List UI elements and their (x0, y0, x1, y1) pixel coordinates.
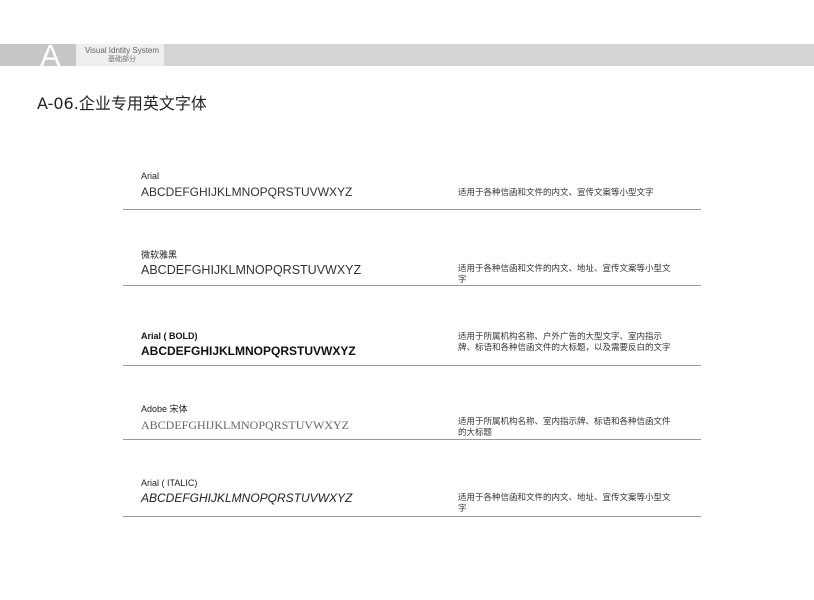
font-row-arial: Arial ABCDEFGHIJKLMNOPQRSTUVWXYZ 适用于各种信函… (123, 160, 701, 210)
font-name: Arial ( BOLD) (141, 331, 198, 341)
page-title: A-06.企业专用英文字体 (37, 94, 207, 113)
font-name: Adobe 宋体 (141, 404, 188, 414)
header-tag: Visual Idntity System 基础部分 (76, 44, 164, 66)
font-sample: ABCDEFGHIJKLMNOPQRSTUVWXYZ (141, 263, 362, 277)
font-usage: 适用于各种信函和文件的内文、地址、宣传文案等小型文字 (458, 263, 671, 284)
font-usage: 适用于各种信函和文件的内文、地址、宣传文案等小型文字 (458, 492, 671, 513)
font-row-arial-bold: Arial ( BOLD) ABCDEFGHIJKLMNOPQRSTUVWXYZ… (123, 322, 701, 366)
font-usage: 适用于各种信函和文件的内文、宣传文案等小型文字 (458, 187, 654, 197)
font-sample: ABCDEFGHIJKLMNOPQRSTUVWXYZ (141, 185, 353, 199)
header-letter: A (40, 44, 61, 66)
font-usage: 适用于所属机构名称、室内指示牌、标语和各种信函文件的大标题 (458, 416, 671, 437)
font-sample: ABCDEFGHIJKLMNOPQRSTUVWXYZ (141, 418, 350, 432)
font-row-yahei: 微软雅黑 ABCDEFGHIJKLMNOPQRSTUVWXYZ 适用于各种信函和… (123, 240, 701, 286)
header-letter-box: A (0, 44, 76, 66)
font-sample: ABCDEFGHIJKLMNOPQRSTUVWXYZ (141, 344, 356, 358)
font-usage: 适用于所属机构名称、户外广告的大型文字、室内指示牌、标语和各种信函文件的大标题，… (458, 331, 671, 352)
section-label: 基础部分 (108, 56, 136, 63)
font-name: Arial ( ITALIC) (141, 478, 198, 488)
font-row-adobe-song: Adobe 宋体 ABCDEFGHIJKLMNOPQRSTUVWXYZ 适用于所… (123, 397, 701, 440)
font-row-arial-italic: Arial ( ITALIC) ABCDEFGHIJKLMNOPQRSTUVWX… (123, 471, 701, 517)
font-name: Arial (141, 171, 160, 181)
font-name: 微软雅黑 (141, 250, 178, 260)
font-sample: ABCDEFGHIJKLMNOPQRSTUVWXYZ (141, 491, 353, 505)
system-title: Visual Idntity System (84, 46, 160, 55)
